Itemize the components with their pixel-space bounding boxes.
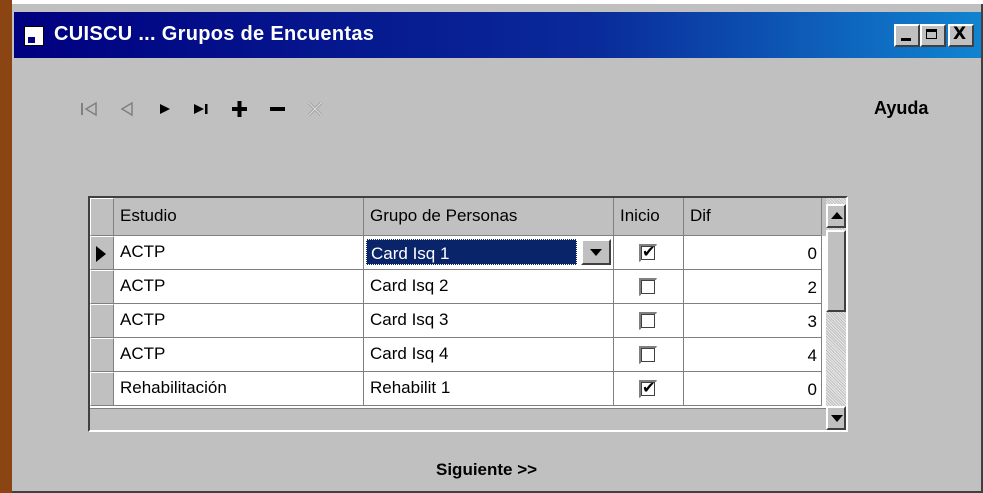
add-record-button[interactable]	[228, 96, 252, 122]
column-header-dif[interactable]: Dif	[684, 198, 822, 236]
data-grid[interactable]: Estudio Grupo de Personas Inicio Dif ACT…	[88, 196, 848, 432]
row-selector[interactable]	[90, 270, 114, 304]
column-header-inicio[interactable]: Inicio	[614, 198, 684, 236]
table-row[interactable]: ACTP Card Isq 1 ✔ 0	[90, 236, 828, 270]
dif-cell[interactable]: 0	[684, 372, 822, 406]
inicio-checkbox[interactable]: ✔	[639, 242, 657, 262]
next-record-button[interactable]	[154, 96, 176, 122]
inicio-checkbox[interactable]	[639, 278, 657, 296]
scroll-thumb[interactable]	[826, 230, 846, 312]
title-bar[interactable]: CUISCU ... Grupos de Encuentas X	[14, 12, 981, 58]
help-button[interactable]: Ayuda	[874, 98, 928, 119]
table-row[interactable]: ACTP Card Isq 2 2	[90, 270, 828, 304]
window-frame-border	[0, 0, 12, 493]
current-row-indicator-icon	[96, 246, 106, 262]
cancel-record-button[interactable]	[304, 96, 328, 122]
estudio-cell[interactable]: ACTP	[114, 236, 364, 270]
dif-cell[interactable]: 4	[684, 338, 822, 372]
inicio-cell[interactable]: ✔	[614, 236, 684, 270]
checkmark-icon: ✔	[642, 242, 656, 261]
first-record-button[interactable]	[78, 96, 100, 122]
last-record-button[interactable]	[190, 96, 214, 122]
cancel-icon	[307, 101, 323, 117]
estudio-cell[interactable]: ACTP	[114, 304, 364, 338]
inicio-cell[interactable]: ✔	[614, 372, 684, 406]
inicio-checkbox[interactable]: ✔	[639, 378, 657, 398]
dif-cell[interactable]: 2	[684, 270, 822, 304]
grupo-combobox[interactable]: Card Isq 1	[366, 238, 611, 267]
estudio-cell[interactable]: Rehabilitación	[114, 372, 364, 406]
last-icon	[194, 104, 208, 114]
row-selector[interactable]	[90, 236, 114, 270]
previous-record-button[interactable]	[116, 96, 138, 122]
column-header-estudio[interactable]: Estudio	[114, 198, 364, 236]
inicio-cell[interactable]	[614, 304, 684, 338]
grupo-cell[interactable]: Card Isq 4	[364, 338, 614, 372]
row-selector[interactable]	[90, 338, 114, 372]
previous-icon	[120, 101, 133, 117]
scroll-down-button[interactable]	[826, 406, 846, 430]
grid-header: Estudio Grupo de Personas Inicio Dif	[90, 198, 828, 236]
app-window: CUISCU ... Grupos de Encuentas X Ayuda E…	[12, 4, 983, 493]
grid-empty-area	[90, 408, 828, 430]
dropdown-arrow-icon[interactable]	[581, 239, 611, 265]
next-button[interactable]: Siguiente >>	[436, 460, 537, 480]
estudio-cell[interactable]: ACTP	[114, 270, 364, 304]
app-icon[interactable]	[24, 26, 44, 46]
inicio-cell[interactable]	[614, 338, 684, 372]
grupo-combo-cell[interactable]: Card Isq 1	[364, 236, 614, 270]
next-icon	[160, 104, 170, 114]
close-button[interactable]: X	[948, 24, 974, 47]
table-row[interactable]: Rehabilitación Rehabilit 1 ✔ 0	[90, 372, 828, 406]
minus-icon	[270, 107, 285, 111]
table-row[interactable]: ACTP Card Isq 3 3	[90, 304, 828, 338]
close-icon: X	[953, 24, 967, 44]
row-selector-header	[90, 198, 114, 236]
minimize-button[interactable]	[894, 24, 920, 47]
inicio-checkbox[interactable]	[639, 346, 657, 364]
window-title: CUISCU ... Grupos de Encuentas	[54, 23, 375, 45]
scroll-up-button[interactable]	[826, 204, 846, 228]
grupo-cell[interactable]: Card Isq 3	[364, 304, 614, 338]
grupo-cell[interactable]: Card Isq 2	[364, 270, 614, 304]
grupo-combobox-value[interactable]: Card Isq 1	[366, 239, 577, 265]
dif-cell[interactable]: 3	[684, 304, 822, 338]
inicio-cell[interactable]	[614, 270, 684, 304]
estudio-cell[interactable]: ACTP	[114, 338, 364, 372]
row-selector[interactable]	[90, 372, 114, 406]
first-icon	[81, 101, 97, 117]
column-header-grupo[interactable]: Grupo de Personas	[364, 198, 614, 236]
delete-record-button[interactable]	[266, 96, 290, 122]
dif-cell[interactable]: 0	[684, 236, 822, 270]
vertical-scrollbar[interactable]	[826, 198, 846, 430]
row-selector[interactable]	[90, 304, 114, 338]
table-row[interactable]: ACTP Card Isq 4 4	[90, 338, 828, 372]
plus-icon	[232, 101, 247, 117]
grupo-cell[interactable]: Rehabilit 1	[364, 372, 614, 406]
checkmark-icon: ✔	[642, 378, 656, 397]
maximize-button[interactable]	[920, 24, 946, 47]
inicio-checkbox[interactable]	[639, 312, 657, 330]
